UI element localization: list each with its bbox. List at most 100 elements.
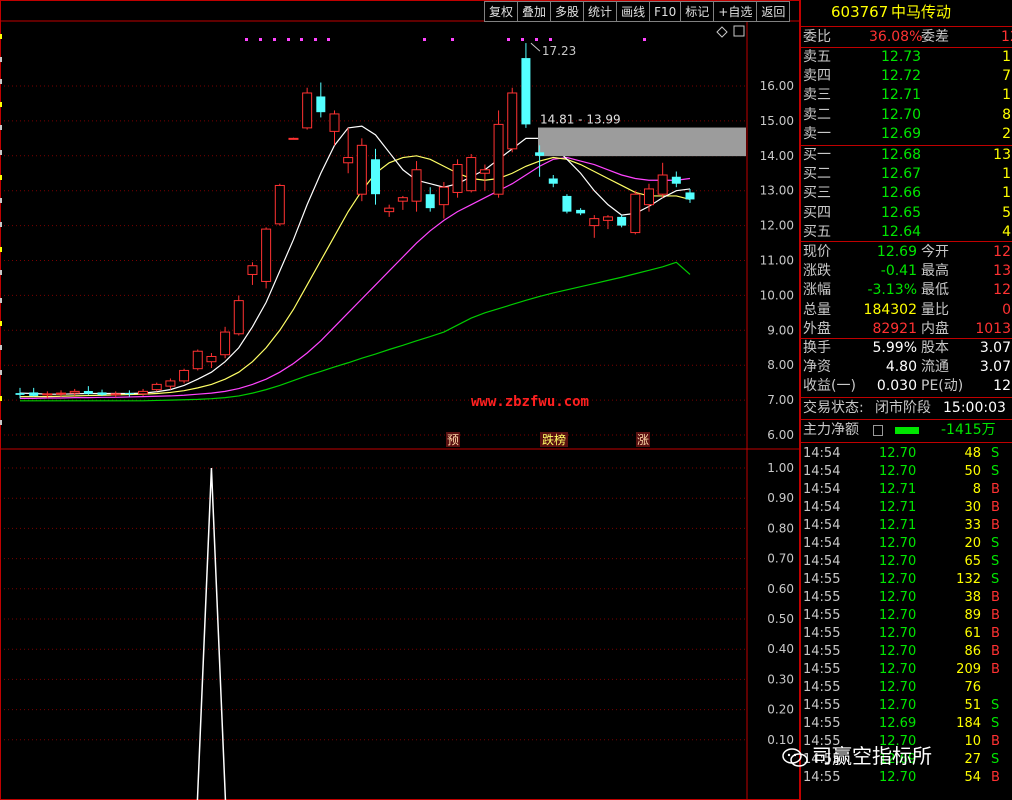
stat-label: 量比 [921,301,949,318]
trade-status-row: 交易状态: 闭市阶段 15:00:03 [803,400,1006,416]
trade-price: 12.70 [879,536,917,551]
toolbar-button-3[interactable]: 统计 [583,1,617,22]
trade-side: S [991,464,1000,479]
signal-dot [245,38,248,41]
candle-body [165,380,176,387]
trade-row: 14:54 12.71 33 B [801,517,1012,535]
stat-value: 5.99% [872,340,917,356]
trade-side: B [991,518,1000,533]
url-watermark: www.zbzfwu.com [471,394,589,410]
trade-volume: 20 [964,536,981,551]
stock-name: 中马传动 [891,3,952,21]
stat-row: 涨幅 -3.13% 最低 12 [801,281,1012,300]
toolbar-button-2[interactable]: 多股 [550,1,584,22]
trade-side: B [991,644,1000,659]
trade-price: 12.70 [879,446,917,461]
trade-row: 14:54 12.70 48 S [801,445,1012,463]
signal-dot [451,38,454,41]
candle-body [151,383,162,391]
candle-body [493,123,504,195]
stat-value: 13 [993,263,1011,280]
candle-body [507,92,518,150]
trade-price: 12.70 [879,662,917,677]
bid-label: 买五 [803,223,831,240]
stat-value: 12 [993,378,1011,395]
toolbar-button-1[interactable]: 叠加 [517,1,551,22]
trade-price: 12.70 [879,644,917,659]
trade-price: 12.70 [879,680,917,695]
candle-body [548,178,558,184]
trade-time: 14:54 [803,536,841,551]
trade-volume: 27 [964,752,981,767]
high-label: 17.23 [542,44,576,58]
stat-label: 涨幅 [803,282,831,299]
candle-body [97,392,107,395]
stat-row: 收益(一) 0.030 PE(动) 12 [801,377,1012,396]
trade-time: 14:55 [803,572,841,587]
trade-time: 14:54 [803,518,841,533]
toolbar-button-6[interactable]: 标记 [680,1,714,22]
y-tick-label: 14.00 [760,149,794,163]
toolbar-button-4[interactable]: 画线 [616,1,650,22]
toolbar-button-0[interactable]: 复权 [484,1,518,22]
bid-volume: 5 [1002,204,1011,221]
candle-body [42,393,53,396]
ask-row: 卖四 12.72 7 [801,67,1012,86]
trade-row: 14:55 12.70 51 S [801,697,1012,715]
trade-time: 14:55 [803,698,841,713]
signal-dot [287,38,290,41]
list-icon[interactable] [873,425,883,436]
left-tick [0,247,2,252]
trade-row: 14:54 12.71 30 B [801,499,1012,517]
trade-side: S [991,536,1000,551]
candle-body [562,195,572,212]
stat-value: 82921 [872,320,917,337]
ask-label: 卖三 [803,87,831,104]
trade-volume: 65 [964,554,981,569]
candle-body [288,137,299,140]
bid-row: 买三 12.66 1 [801,184,1012,203]
trade-volume: 38 [964,590,981,605]
ask-label: 卖五 [803,49,831,65]
signal-dot [521,38,524,41]
trade-side: B [991,608,1000,623]
y-tick-label: 0.50 [767,612,794,626]
candle-body [110,393,121,396]
stat-label: 流通 [921,359,949,376]
toolbar-button-8[interactable]: 返回 [756,1,791,22]
bid-volume: 1 [1002,166,1011,183]
trade-price: 12.70 [879,626,917,641]
candle-body [206,355,217,363]
trade-time: 14:55 [803,662,841,677]
candle-body [397,197,408,202]
candle-body [425,194,435,209]
stat-row: 涨跌 -0.41 最高 13 [801,262,1012,281]
toolbar-button-7[interactable]: +自选 [713,1,757,22]
stat-label: 最低 [921,282,949,299]
range-box [538,127,746,157]
trade-price: 12.71 [879,518,917,533]
toolbar-button-5[interactable]: F10 [649,1,681,22]
candle-body [452,164,463,193]
y-tick-label: 10.00 [760,288,794,302]
stat-label: 净资 [803,359,831,376]
candle-body [657,174,668,195]
signal-dot [549,38,552,41]
y-tick-label: 6.00 [767,428,794,442]
ask-row: 卖三 12.71 1 [801,86,1012,105]
stat-row: 总量 184302 量比 0 [801,301,1012,320]
ask-volume: 1 [1002,87,1011,104]
trade-side: S [991,572,1000,587]
ma-line-ma60 [20,261,691,402]
left-tick [0,298,2,303]
trade-volume: 61 [964,626,981,641]
trade-price: 12.71 [879,482,917,497]
y-tick-label: 12.00 [760,219,794,233]
left-tick [0,396,2,401]
chart-toolbar: 复权 叠加 多股 统计 画线 F10 标记 +自选 返回 [484,1,791,22]
candle-body [220,331,231,356]
candle-body [643,188,654,206]
y-tick-label: 7.00 [767,393,794,407]
trade-row: 14:54 12.70 65 S [801,553,1012,571]
stat-label: 内盘 [921,320,949,337]
